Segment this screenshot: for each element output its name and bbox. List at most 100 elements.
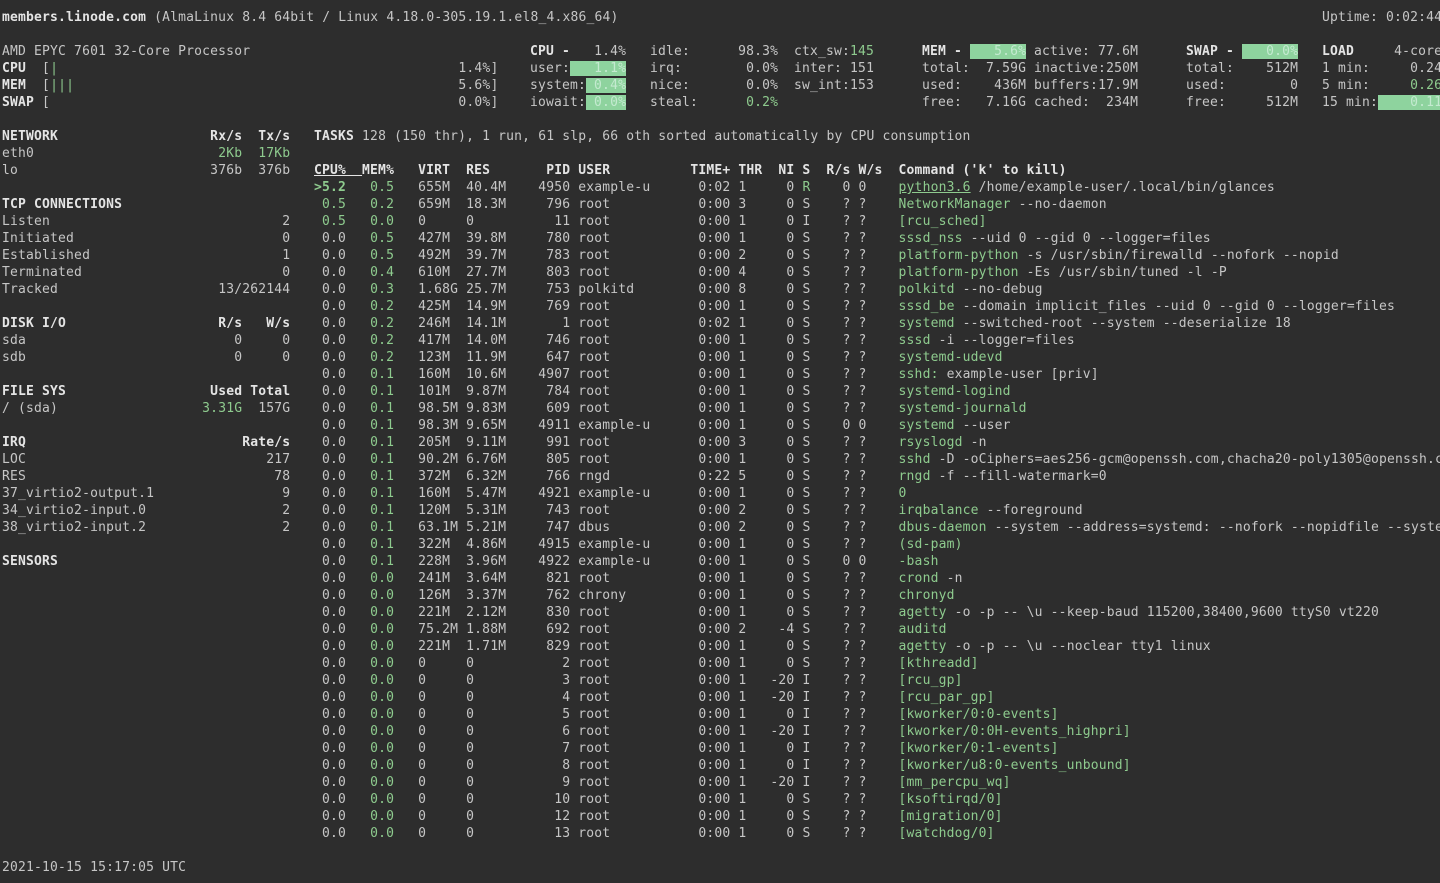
process-row[interactable]: 0.0 0.0 0 0 4 root 0:00 1 -20 I ? ? [rcu… [314,689,995,706]
process-row[interactable]: 0.0 0.1 160M 10.6M 4907 root 0:00 1 0 S … [314,366,1099,383]
process-row[interactable]: 0.0 0.1 120M 5.31M 743 root 0:00 2 0 S ?… [314,502,1083,519]
proc-io: ? ? [810,231,866,246]
stat-value: 0.0% [682,61,778,76]
text [346,605,370,620]
mem-pct: 0.1 [370,486,394,501]
row-value: 0 [194,231,290,246]
proc-stats: 90.2M 6.76M 805 root 0:00 1 0 [394,452,802,467]
cpu-pct: 0.0 [322,690,346,705]
proc-io: ? ? [810,741,866,756]
process-row[interactable]: 0.0 0.1 160M 5.47M 4921 example-u 0:00 1… [314,485,907,502]
proc-stats: 221M 1.71M 829 root 0:00 1 0 [394,639,802,654]
cpu-pct: 0.0 [322,758,346,773]
proc-stats: 0 0 12 root 0:00 1 0 [394,809,802,824]
selection-marker [314,503,322,518]
process-row[interactable]: 0.0 0.1 90.2M 6.76M 805 root 0:00 1 0 S … [314,451,1440,468]
row-value: 9 [194,486,290,501]
mem-pct: 0.2 [370,333,394,348]
cpu-pct: 0.0 [322,486,346,501]
proc-command: systemd-logind [899,384,1011,399]
bar-bracket: [ [42,61,50,76]
text [346,571,370,586]
process-row[interactable]: 0.0 0.0 0 0 6 root 0:00 1 -20 I ? ? [kwo… [314,723,1131,740]
process-row[interactable]: 0.0 0.1 228M 3.96M 4922 example-u 0:00 1… [314,553,939,570]
process-row[interactable]: 0.0 0.2 417M 14.0M 746 root 0:00 1 0 S ?… [314,332,1075,349]
proc-command: polkitd [899,282,955,297]
process-row[interactable]: 0.0 0.0 75.2M 1.88M 692 root 0:00 2 -4 S… [314,621,947,638]
process-row[interactable]: 0.0 0.1 322M 4.86M 4915 example-u 0:00 1… [314,536,963,553]
selection-marker [314,282,322,297]
process-row[interactable]: 0.0 0.0 0 0 3 root 0:00 1 -20 I ? ? [rcu… [314,672,963,689]
stat-label: used: [1186,78,1226,93]
proc-command: [kworker/0:0H-events_highpri] [899,724,1131,739]
process-row[interactable]: 0.0 0.0 221M 2.12M 830 root 0:00 1 0 S ?… [314,604,1379,621]
process-row[interactable]: 0.0 0.0 126M 3.37M 762 chrony 0:00 1 0 S… [314,587,955,604]
selection-marker [314,775,322,790]
proc-io: 0 0 [810,418,866,433]
process-row[interactable]: 0.0 0.0 0 0 12 root 0:00 1 0 S ? ? [migr… [314,808,1003,825]
process-row[interactable]: 0.0 0.2 246M 14.1M 1 root 0:02 1 0 S ? ?… [314,315,1291,332]
text [346,435,370,450]
bar-ticks: ||| [50,78,74,93]
proc-args: example-user [priv] [939,367,1099,382]
process-row[interactable]: 0.0 0.0 0 0 2 root 0:00 1 0 S ? ? [kthre… [314,655,979,672]
process-row[interactable]: 0.0 0.5 427M 39.8M 780 root 0:00 1 0 S ?… [314,230,1211,247]
process-row[interactable]: >5.2 0.5 655M 40.4M 4950 example-u 0:02 … [314,179,1275,196]
mem-pct: 0.2 [370,316,394,331]
stat-label: 5 min: [1322,78,1370,93]
text [346,180,370,195]
cpu-pct: 0.0 [322,554,346,569]
process-row[interactable]: 0.0 0.0 0 0 5 root 0:00 1 0 I ? ? [kwork… [314,706,1059,723]
process-row[interactable]: 0.5 0.2 659M 18.3M 796 root 0:00 3 0 S ?… [314,196,1107,213]
stat-value: 0.26 [1370,78,1440,93]
process-row[interactable]: 0.0 0.1 63.1M 5.21M 747 dbus 0:00 2 0 S … [314,519,1440,536]
process-row[interactable]: 0.0 0.1 205M 9.11M 991 root 0:00 3 0 S ?… [314,434,987,451]
process-row[interactable]: 0.0 0.0 0 0 9 root 0:00 1 -20 I ? ? [mm_… [314,774,1011,791]
text [867,605,899,620]
process-row[interactable]: 0.0 0.2 123M 11.9M 647 root 0:00 1 0 S ?… [314,349,1003,366]
mem-detail-row: inactive:250M [1034,60,1138,77]
process-row[interactable]: 0.0 0.5 492M 39.7M 783 root 0:00 2 0 S ?… [314,247,1339,264]
text [867,384,899,399]
proc-args: -n [939,571,963,586]
cpu-pct: 0.0 [322,537,346,552]
tasks-summary-text: 128 (150 thr), 1 run, 61 slp, 66 oth sor… [354,129,971,144]
process-row[interactable]: 0.0 0.3 1.68G 25.7M 753 polkitd 0:00 8 0… [314,281,1043,298]
process-row[interactable]: 0.0 0.1 372M 6.32M 766 rngd 0:22 5 0 S ?… [314,468,1107,485]
mem-detail-row: buffers:17.9M [1034,77,1138,94]
process-row[interactable]: 0.0 0.0 221M 1.71M 829 root 0:00 1 0 S ?… [314,638,1211,655]
process-row[interactable]: 0.0 0.4 610M 27.7M 803 root 0:00 4 0 S ?… [314,264,1227,281]
process-row[interactable]: 0.0 0.1 98.3M 9.65M 4911 example-u 0:00 … [314,417,1011,434]
mem-detail-row: cached: 234M [1034,94,1138,111]
process-row[interactable]: 0.0 0.0 241M 3.64M 821 root 0:00 1 0 S ?… [314,570,963,587]
text [867,180,899,195]
swap-row: used: 0 [1186,77,1298,94]
text [346,554,370,569]
stat-value: 512M [1226,95,1298,110]
process-row[interactable]: 0.0 0.0 0 0 10 root 0:00 1 0 S ? ? [ksof… [314,791,1003,808]
process-row[interactable]: 0.0 0.0 0 0 8 root 0:00 1 0 I ? ? [kwork… [314,757,1131,774]
text [867,282,899,297]
cpu-pct: 0.5 [322,197,346,212]
selection-marker [314,265,322,280]
proc-args: /home/example-user/.local/bin/glances [971,180,1275,195]
selection-marker [314,367,322,382]
process-row[interactable]: 0.5 0.0 0 0 11 root 0:00 1 0 I ? ? [rcu_… [314,213,987,230]
process-row[interactable]: 0.0 0.1 101M 9.87M 784 root 0:00 1 0 S ?… [314,383,1011,400]
terminal[interactable]: members.linode.com (AlmaLinux 8.4 64bit … [0,0,1440,883]
process-row[interactable]: 0.0 0.0 0 0 7 root 0:00 1 0 I ? ? [kwork… [314,740,1059,757]
stat-value: 17.9M [1098,78,1138,93]
text [346,418,370,433]
meter-label: MEM [2,78,42,93]
cpu-pct: 0.0 [322,639,346,654]
process-row[interactable]: 0.0 0.2 425M 14.9M 769 root 0:00 1 0 S ?… [314,298,1395,315]
text [346,469,370,484]
proc-args: -s /usr/sbin/firewalld --nofork --nopid [1019,248,1339,263]
process-row[interactable]: 0.0 0.0 0 0 13 root 0:00 1 0 S ? ? [watc… [314,825,995,842]
process-row[interactable]: 0.0 0.1 98.5M 9.83M 609 root 0:00 1 0 S … [314,400,1027,417]
row-label: / (sda) [2,401,194,416]
stat-value: 7.16G [962,95,1026,110]
text [346,316,370,331]
stat-value: 1.4% [570,44,626,59]
text [346,690,370,705]
